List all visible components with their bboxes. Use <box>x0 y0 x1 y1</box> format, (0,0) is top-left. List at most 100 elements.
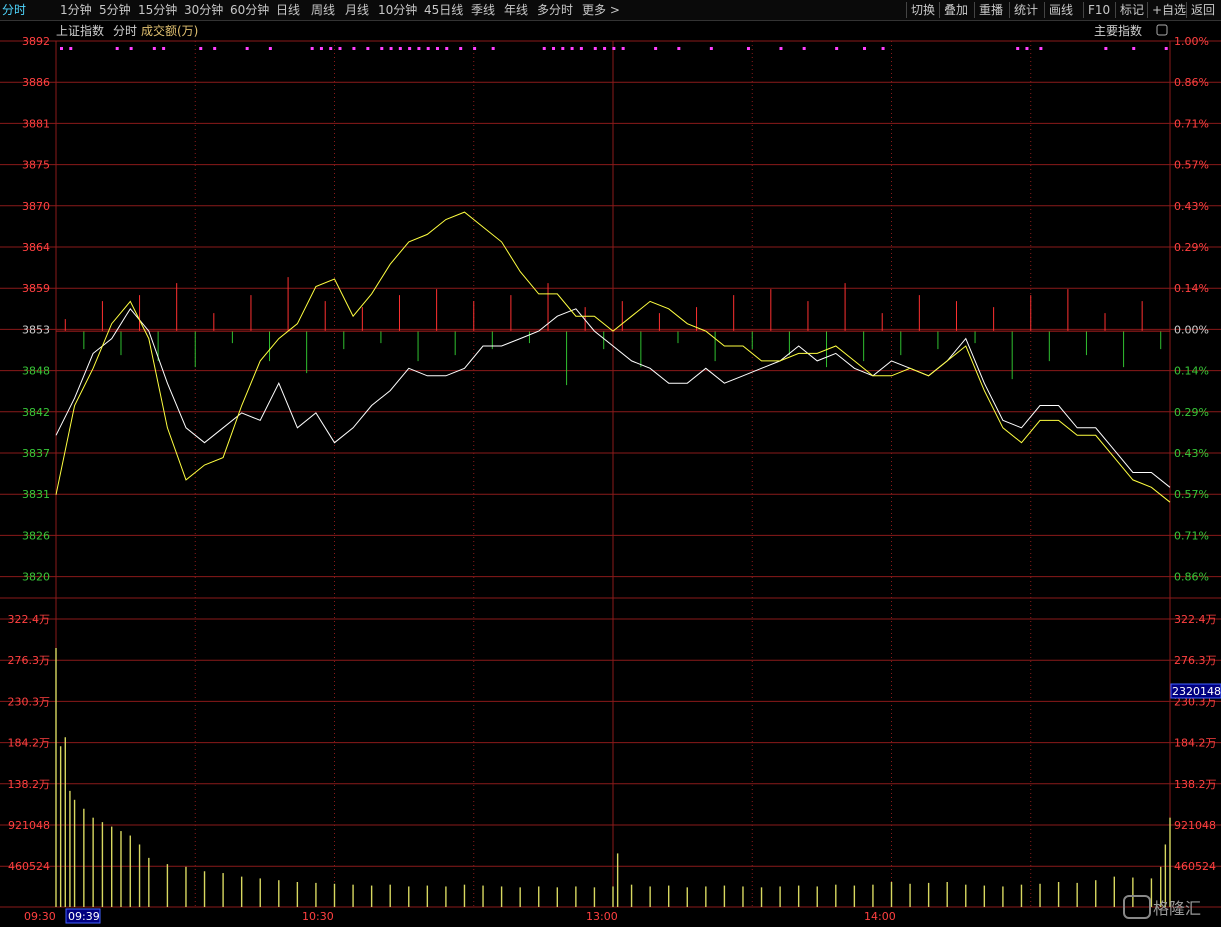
pct-tick-label: 0.86% <box>1174 571 1209 584</box>
price-tick-label: 3875 <box>22 159 50 172</box>
volume-tick-label: 322.4万 <box>8 613 51 626</box>
signal-dot <box>612 47 616 50</box>
pct-tick-label: 0.86% <box>1174 76 1209 89</box>
price-tick-label: 3848 <box>22 365 50 378</box>
signal-dot <box>152 47 156 50</box>
signal-dot <box>654 47 658 50</box>
signal-dot <box>552 47 556 50</box>
pct-tick-label: 0.71% <box>1174 117 1209 130</box>
signal-dot <box>213 47 217 50</box>
signal-dot <box>1104 47 1108 50</box>
signal-dot <box>366 47 370 50</box>
legend-index-name: 上证指数 <box>56 23 104 38</box>
signal-dot <box>835 47 839 50</box>
signal-dot <box>1132 47 1136 50</box>
price-tick-label: 3820 <box>22 571 50 584</box>
signal-dot <box>473 47 477 50</box>
time-tick-label: 14:00 <box>864 910 896 923</box>
signal-dot <box>245 47 249 50</box>
signal-dot <box>1016 47 1020 50</box>
signal-dot <box>709 47 713 50</box>
signal-dot <box>310 47 314 50</box>
indicator-button: 主要指数 <box>1094 23 1142 38</box>
volume-tick-label: 460524 <box>8 860 50 873</box>
price-tick-label: 3870 <box>22 200 50 213</box>
signal-dot <box>593 47 597 50</box>
signal-dot <box>398 47 402 50</box>
signal-dot <box>1025 47 1029 50</box>
price-tick-label: 3831 <box>22 488 50 501</box>
price-tick-label: 3853 <box>22 323 50 336</box>
volume-tick-label: 184.2万 <box>8 737 51 750</box>
signal-dot <box>352 47 356 50</box>
pct-tick-label: 0.29% <box>1174 241 1209 254</box>
signal-dot <box>129 47 133 50</box>
volume-tick-label: 921048 <box>8 819 50 832</box>
signal-dot <box>435 47 439 50</box>
signal-dot <box>199 47 203 50</box>
pct-tick-label: 0.43% <box>1174 447 1209 460</box>
signal-dot <box>380 47 384 50</box>
signal-dot <box>408 47 412 50</box>
signal-dot <box>60 47 63 50</box>
price-tick-label: 3881 <box>22 117 50 130</box>
pct-tick-label: 0.43% <box>1174 200 1209 213</box>
signal-dot <box>319 47 323 50</box>
time-tick-label: 13:00 <box>586 910 618 923</box>
price-tick-label: 3892 <box>22 35 50 48</box>
signal-dot <box>579 47 583 50</box>
signal-dot <box>603 47 607 50</box>
pct-tick-label: 0.00% <box>1174 323 1209 336</box>
signal-dot <box>115 47 119 50</box>
signal-dot <box>445 47 449 50</box>
pct-tick-label: 0.57% <box>1174 488 1209 501</box>
signal-dot <box>338 47 342 50</box>
price-tick-label: 3859 <box>22 282 50 295</box>
signal-dot <box>779 47 783 50</box>
pct-tick-label: 0.14% <box>1174 365 1209 378</box>
volume-right-tick-label: 276.3万 <box>1174 654 1217 667</box>
signal-dot <box>881 47 885 50</box>
timeshare-chart: 3892 1.00% 3886 0.86% 3881 0.71% 3875 0.57% 3870… <box>0 21 1221 927</box>
signal-dot <box>268 47 272 50</box>
signal-dot <box>417 47 421 50</box>
pct-tick-label: 0.57% <box>1174 159 1209 172</box>
price-tick-label: 3837 <box>22 447 50 460</box>
volume-tick-label: 230.3万 <box>8 695 51 708</box>
signal-dot <box>426 47 430 50</box>
signal-dot <box>459 47 463 50</box>
price-tick-label: 3864 <box>22 241 50 254</box>
volume-tick-label: 138.2万 <box>8 778 51 791</box>
signal-dot <box>389 47 393 50</box>
pct-tick-label: 0.14% <box>1174 282 1209 295</box>
pct-tick-label: 0.29% <box>1174 406 1209 419</box>
volume-right-tick-label: 921048 <box>1174 819 1216 832</box>
price-tick-label: 3886 <box>22 76 50 89</box>
signal-dot <box>491 47 495 50</box>
chart-background <box>0 21 1221 927</box>
signal-dot <box>746 47 750 50</box>
volume-right-tick-label: 138.2万 <box>1174 778 1217 791</box>
signal-dot <box>329 47 333 50</box>
signal-dot <box>570 47 574 50</box>
signal-dot <box>69 47 73 50</box>
signal-dot <box>1164 47 1168 50</box>
legend-volume-label: 成交额(万) <box>141 23 198 38</box>
crosshair-volume-label: 2320148 <box>1172 685 1221 698</box>
volume-right-tick-label: 184.2万 <box>1174 737 1217 750</box>
signal-dot <box>802 47 806 50</box>
signal-dot <box>162 47 166 50</box>
signal-dot <box>1039 47 1043 50</box>
signal-dot <box>621 47 625 50</box>
volume-tick-label: 276.3万 <box>8 654 51 667</box>
price-tick-label: 3826 <box>22 529 50 542</box>
crosshair-time-label: 09:39 <box>68 910 100 923</box>
pct-tick-label: 0.71% <box>1174 529 1209 542</box>
signal-dot <box>542 47 546 50</box>
watermark-text: 格隆汇 <box>1153 899 1201 918</box>
signal-dot <box>561 47 565 50</box>
signal-dot <box>863 47 867 50</box>
volume-right-tick-label: 322.4万 <box>1174 613 1217 626</box>
time-tick-label: 10:30 <box>302 910 334 923</box>
time-tick-label: 09:30 <box>24 910 56 923</box>
